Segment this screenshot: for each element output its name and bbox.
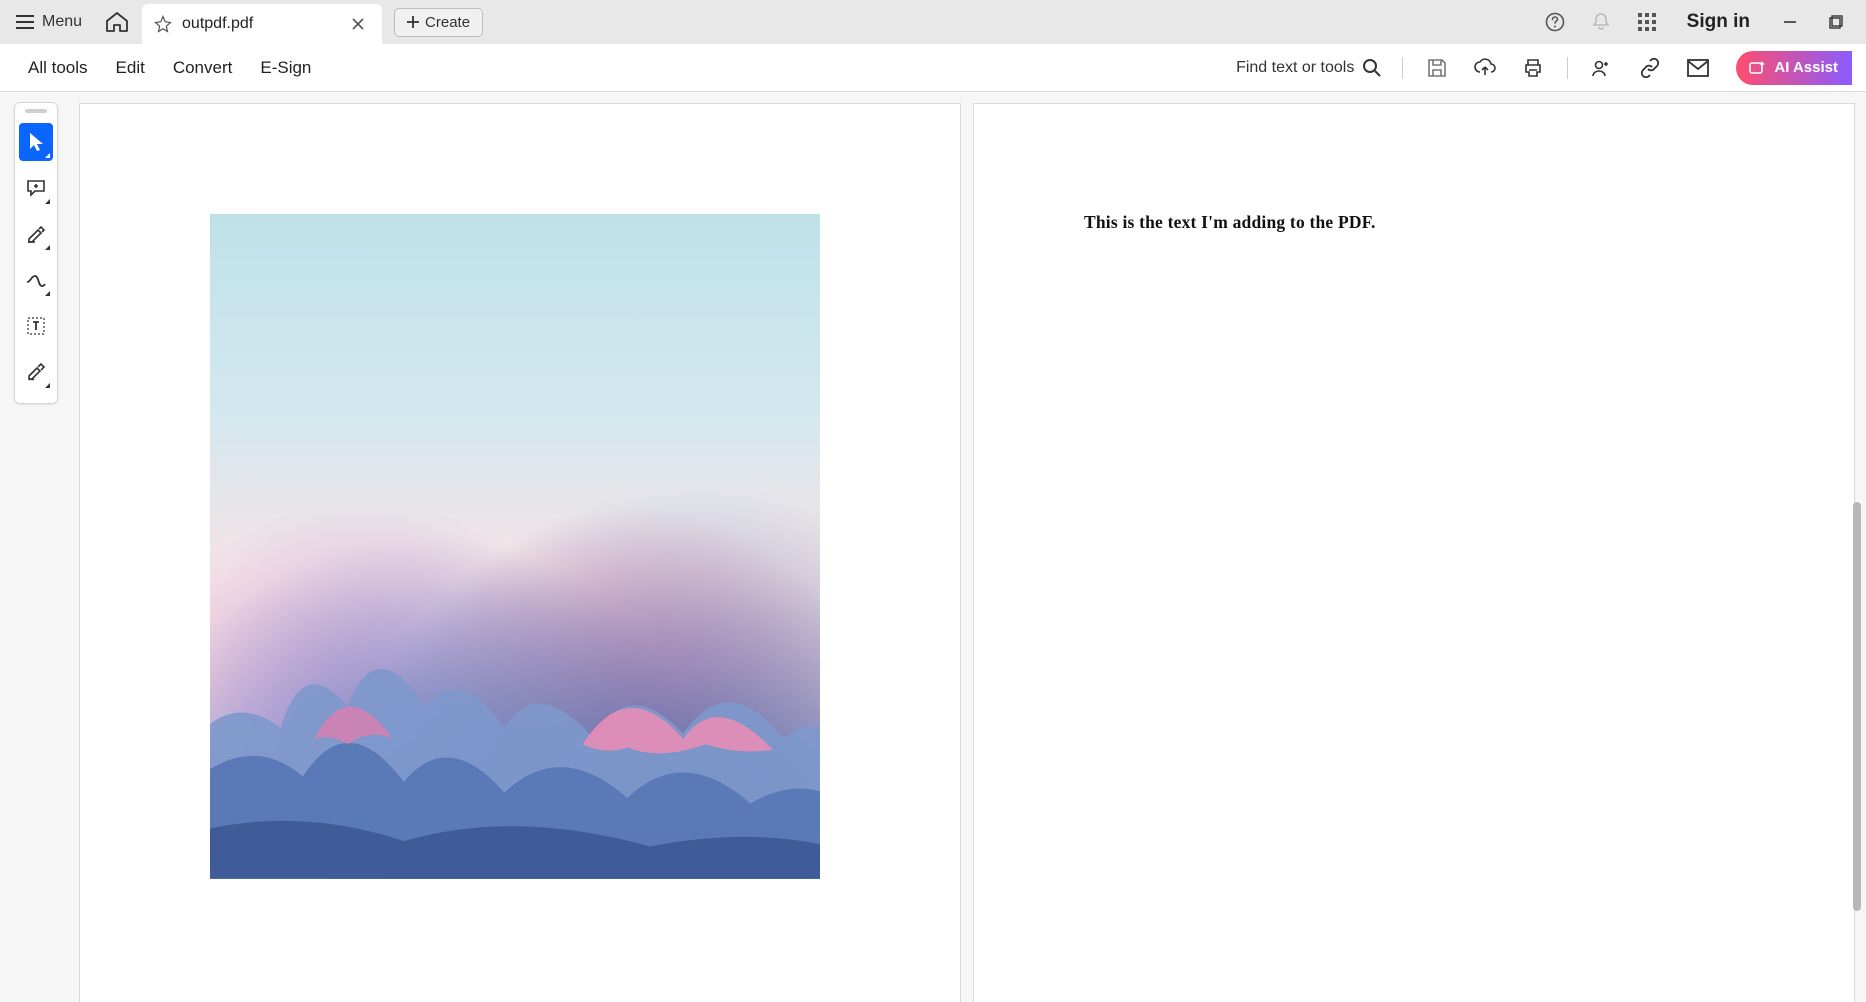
palette-grip[interactable]	[25, 109, 47, 113]
titlebar-right: Sign in	[1541, 8, 1860, 36]
ai-sparkle-icon	[1748, 59, 1766, 77]
share-button[interactable]	[1588, 54, 1616, 82]
palette-textbox-tool[interactable]	[19, 307, 53, 345]
help-button[interactable]	[1541, 8, 1569, 36]
tool-all-tools[interactable]: All tools	[14, 52, 102, 84]
workspace: This is the text I'm adding to the PDF.	[0, 92, 1866, 1002]
tool-edit[interactable]: Edit	[102, 52, 159, 84]
palette-sign-tool[interactable]	[19, 353, 53, 391]
signin-button[interactable]: Sign in	[1679, 11, 1758, 33]
pdf-page-1[interactable]	[80, 104, 960, 1002]
email-button[interactable]	[1684, 54, 1712, 82]
tab-close-button[interactable]	[348, 14, 368, 34]
notifications-button[interactable]	[1587, 8, 1615, 36]
share-people-icon	[1591, 58, 1613, 78]
palette-draw-tool[interactable]	[19, 261, 53, 299]
link-icon	[1639, 58, 1661, 78]
document-viewport[interactable]: This is the text I'm adding to the PDF.	[0, 92, 1866, 1002]
titlebar: Menu outpdf.pdf Create Sign	[0, 0, 1866, 44]
vertical-scrollbar[interactable]	[1848, 92, 1864, 1002]
upload-button[interactable]	[1471, 54, 1499, 82]
apps-button[interactable]	[1633, 8, 1661, 36]
find-label: Find text or tools	[1236, 59, 1354, 77]
tab-title: outpdf.pdf	[182, 15, 338, 33]
cloud-upload-icon	[1474, 58, 1496, 78]
page1-image	[210, 214, 820, 879]
tool-esign[interactable]: E-Sign	[246, 52, 325, 84]
minimize-icon	[1783, 15, 1797, 29]
save-button[interactable]	[1423, 54, 1451, 82]
cursor-icon	[27, 132, 45, 152]
comment-icon	[26, 179, 46, 197]
sign-pen-icon	[26, 362, 46, 382]
close-icon	[352, 18, 364, 30]
plus-icon	[407, 16, 419, 28]
palette-highlight-tool[interactable]	[19, 215, 53, 253]
search-icon	[1362, 58, 1382, 78]
bell-icon	[1591, 12, 1611, 32]
separator	[1402, 57, 1403, 79]
separator	[1567, 57, 1568, 79]
home-button[interactable]	[96, 6, 138, 38]
scrollbar-thumb[interactable]	[1853, 502, 1861, 912]
ai-assist-label: AI Assist	[1774, 59, 1838, 76]
window-minimize-button[interactable]	[1776, 8, 1804, 36]
menu-label: Menu	[42, 13, 82, 31]
home-icon	[106, 12, 128, 32]
email-icon	[1687, 59, 1709, 77]
create-label: Create	[425, 14, 470, 31]
document-tab[interactable]: outpdf.pdf	[142, 4, 382, 44]
highlighter-icon	[26, 224, 46, 244]
maximize-icon	[1829, 15, 1843, 29]
tool-convert[interactable]: Convert	[159, 52, 247, 84]
window-maximize-button[interactable]	[1822, 8, 1850, 36]
toolbar: All tools Edit Convert E-Sign Find text …	[0, 44, 1866, 92]
print-button[interactable]	[1519, 54, 1547, 82]
print-icon	[1523, 58, 1543, 78]
tool-palette[interactable]	[14, 102, 58, 404]
page2-body-text: This is the text I'm adding to the PDF.	[1084, 212, 1376, 233]
find-field[interactable]: Find text or tools	[1236, 58, 1382, 78]
mountain-graphic	[210, 513, 820, 879]
star-icon[interactable]	[154, 15, 172, 33]
link-button[interactable]	[1636, 54, 1664, 82]
menu-button[interactable]: Menu	[6, 7, 92, 37]
apps-grid-icon	[1638, 13, 1656, 31]
toolbar-right: AI Assist	[1402, 51, 1852, 85]
save-icon	[1427, 58, 1447, 78]
hamburger-icon	[16, 15, 34, 29]
palette-select-tool[interactable]	[19, 123, 53, 161]
create-button[interactable]: Create	[394, 8, 483, 37]
draw-freeform-icon	[25, 272, 47, 288]
pdf-page-2[interactable]: This is the text I'm adding to the PDF.	[974, 104, 1854, 1002]
palette-comment-tool[interactable]	[19, 169, 53, 207]
ai-assist-button[interactable]: AI Assist	[1736, 51, 1852, 85]
text-box-icon	[26, 316, 46, 336]
help-icon	[1545, 12, 1565, 32]
